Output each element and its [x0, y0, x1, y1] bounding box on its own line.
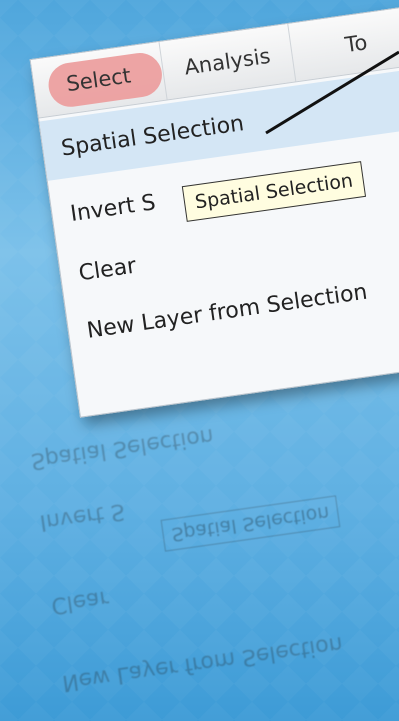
- reflection-item-clear: Clear: [49, 585, 111, 618]
- pointer-line: [265, 50, 399, 135]
- reflection-tooltip: Spatial Selection: [160, 495, 341, 552]
- reflection-item-spatial: Spatial Selection: [29, 422, 216, 474]
- menu-reflection: New Layer from Selection Clear Spatial S…: [4, 348, 399, 705]
- reflection-item-invert: Invert S: [38, 498, 127, 535]
